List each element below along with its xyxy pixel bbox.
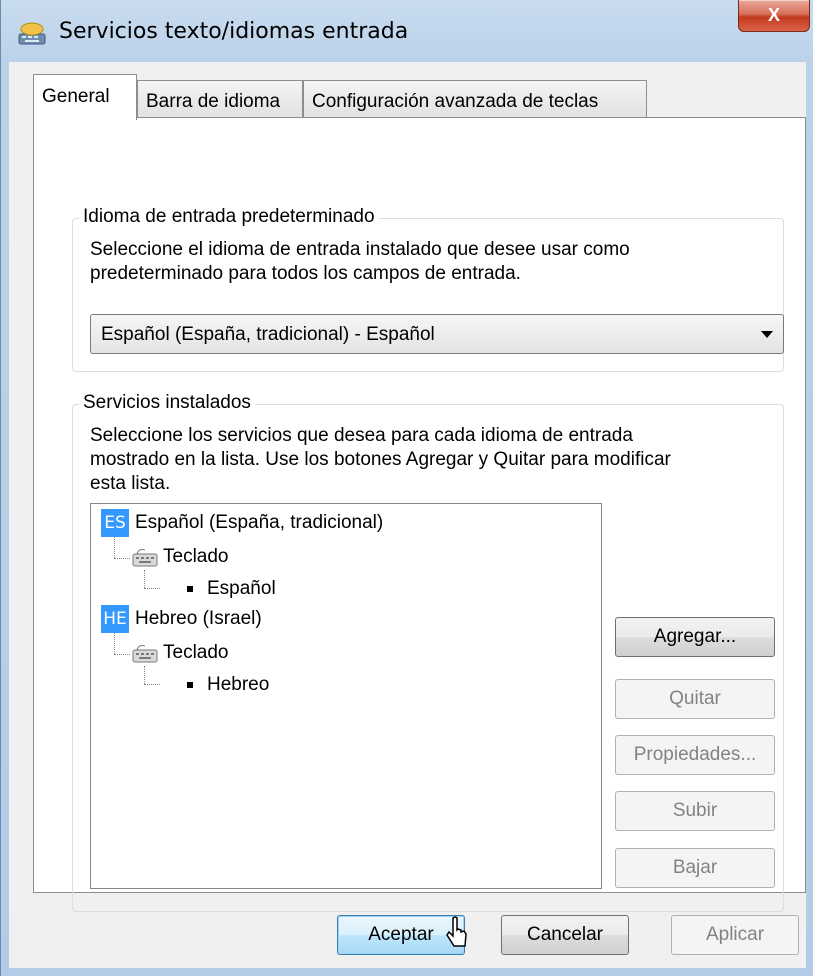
description-line: mostrado en la lista. Use los botones Ag…	[90, 449, 671, 470]
tree-item-keyboard[interactable]: Teclado	[131, 542, 229, 572]
remove-button[interactable]: Quitar	[615, 679, 775, 719]
tree-connector	[144, 684, 160, 685]
tree-connector	[114, 558, 130, 559]
tree-connector	[114, 654, 130, 655]
installed-services-description: Seleccione los servicios que desea para …	[90, 424, 671, 496]
dialog-window: Servicios texto/idiomas entrada X Genera…	[0, 0, 813, 976]
selected-language: Español (España, tradicional) - Español	[101, 324, 435, 345]
tree-connector	[114, 632, 115, 654]
move-up-button[interactable]: Subir	[615, 791, 775, 831]
description-line: esta lista.	[90, 473, 171, 494]
tree-item-keyboard[interactable]: Teclado	[131, 638, 229, 668]
text-services-icon	[18, 22, 46, 45]
bullet-icon	[187, 682, 193, 688]
language-badge-icon: HE	[101, 605, 129, 633]
move-down-button[interactable]: Bajar	[615, 848, 775, 888]
add-button[interactable]: Agregar...	[615, 617, 775, 657]
tab-panel-general: Idioma de entrada predeterminado Selecci…	[33, 117, 806, 912]
tab-advanced-key-settings[interactable]: Configuración avanzada de teclas	[303, 80, 647, 118]
tree-item-label: Teclado	[163, 642, 229, 663]
description-line: Seleccione los servicios que desea para …	[90, 425, 633, 446]
title-bar[interactable]: Servicios texto/idiomas entrada X	[1, 0, 813, 62]
close-button[interactable]: X	[738, 0, 810, 32]
tree-item-layout[interactable]: Español	[187, 574, 276, 604]
tree-item-label: Hebreo (Israel)	[135, 608, 262, 629]
tab-language-bar[interactable]: Barra de idioma	[137, 80, 303, 118]
tree-connector	[144, 570, 145, 588]
keyboard-icon	[132, 645, 158, 663]
window-title: Servicios texto/idiomas entrada	[59, 19, 409, 44]
cancel-button[interactable]: Cancelar	[501, 915, 629, 955]
default-language-dropdown[interactable]: Español (España, tradicional) - Español	[90, 314, 784, 354]
tree-item-label: Teclado	[163, 546, 229, 567]
language-badge-icon: ES	[101, 509, 129, 537]
apply-button[interactable]: Aplicar	[671, 915, 799, 955]
installed-services-group-label: Servicios instalados	[79, 392, 255, 414]
keyboard-icon	[132, 549, 158, 567]
tree-item-language-he[interactable]: HE Hebreo (Israel)	[101, 604, 262, 634]
dropdown-arrow-icon	[761, 331, 773, 338]
tab-general[interactable]: General	[33, 74, 137, 120]
tree-item-language-es[interactable]: ES Español (España, tradicional)	[101, 508, 383, 538]
default-language-description: Seleccione el idioma de entrada instalad…	[90, 238, 630, 286]
bullet-icon	[187, 586, 193, 592]
tree-item-label: Hebreo	[207, 674, 270, 695]
tree-item-layout[interactable]: Hebreo	[187, 670, 269, 700]
mouse-pointer-icon	[446, 916, 467, 947]
services-tree[interactable]: ES Español (España, tradicional) Teclado	[90, 503, 602, 889]
tree-connector	[114, 536, 115, 558]
properties-button[interactable]: Propiedades...	[615, 735, 775, 775]
tree-connector	[144, 588, 160, 589]
client-area: General Barra de idioma Configuración av…	[9, 62, 806, 968]
description-line: Seleccione el idioma de entrada instalad…	[90, 239, 630, 260]
description-line: predeterminado para todos los campos de …	[90, 263, 521, 284]
tree-item-label: Español (España, tradicional)	[135, 512, 384, 533]
tree-item-label: Español	[207, 578, 276, 599]
default-language-group-label: Idioma de entrada predeterminado	[79, 206, 379, 228]
tree-connector	[144, 666, 145, 684]
